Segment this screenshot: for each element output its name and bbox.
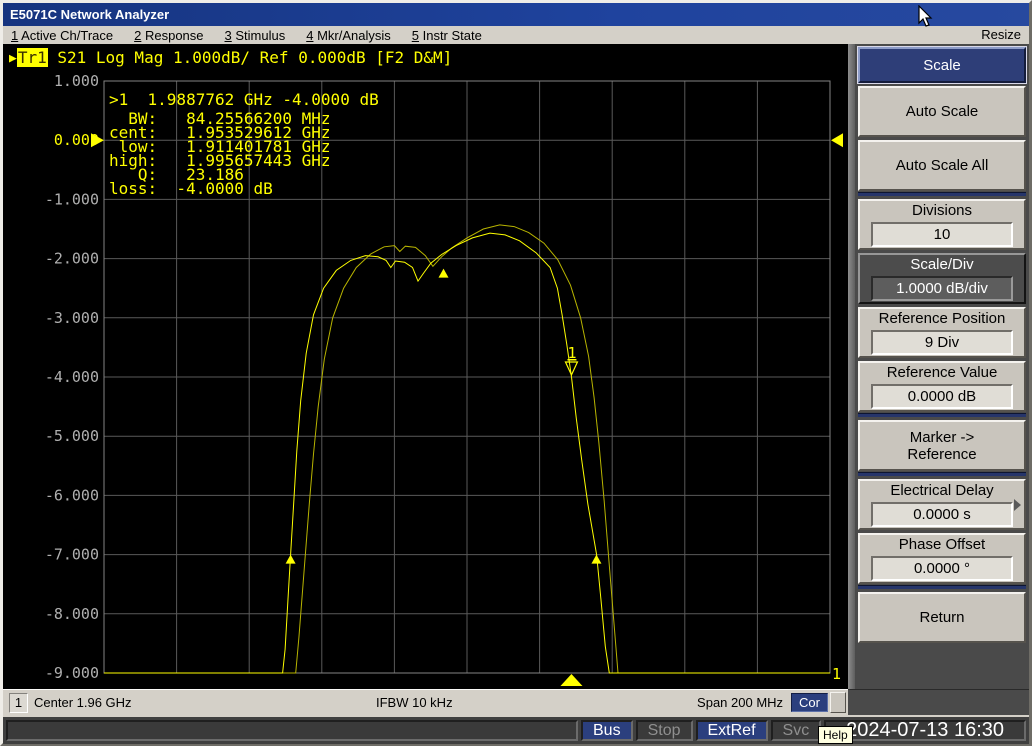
softkey-label: Auto Scale All xyxy=(895,157,989,174)
softkey-label: Reference Value xyxy=(886,364,998,381)
status-bar-end-box xyxy=(830,692,846,713)
mouse-cursor xyxy=(918,5,933,27)
menu-active-ch-trace[interactable]: 1 Active Ch/Trace xyxy=(11,28,113,43)
softkey-label: Return xyxy=(919,609,965,626)
softkey-separator xyxy=(858,472,1026,476)
y-axis-tick-label: -5.000 xyxy=(45,427,99,445)
window-title: E5071C Network Analyzer xyxy=(10,7,170,22)
softkey-label: Electrical Delay xyxy=(890,482,994,499)
softkey-label: Scale xyxy=(923,56,961,74)
softkey-auto-scale-all[interactable]: Auto Scale All xyxy=(858,140,1026,191)
center-frequency-readout: Center 1.96 GHz xyxy=(34,695,132,710)
softkey-value-reference-value[interactable]: 0.0000 dB xyxy=(871,384,1013,409)
softkey-scale-div[interactable]: Scale/Div 1.0000 dB/div xyxy=(858,253,1026,304)
ifbw-readout: IFBW 10 kHz xyxy=(376,695,453,710)
softkey-auto-scale[interactable]: Auto Scale xyxy=(858,86,1026,137)
channel-indicator: 1 xyxy=(9,692,28,713)
softkey-value-electrical-delay[interactable]: 0.0000 s xyxy=(871,502,1013,527)
bw-center-marker-icon xyxy=(438,268,449,278)
y-axis-tick-label: -3.000 xyxy=(45,309,99,327)
instrument-status-bar: Bus Stop ExtRef Svc 2024-07-13 16:30 xyxy=(3,715,1029,744)
bandwidth-readout: BW: 84.25566200 MHz cent: 1.953529612 GH… xyxy=(109,109,331,198)
softkey-reference-value[interactable]: Reference Value 0.0000 dB xyxy=(858,361,1026,412)
status-svc: Svc xyxy=(770,720,822,741)
softkey-label: Scale/Div xyxy=(910,256,974,273)
message-area xyxy=(6,720,578,741)
help-tooltip: Help xyxy=(818,726,853,744)
softkey-value-phase-offset[interactable]: 0.0000 ° xyxy=(871,556,1013,581)
status-stop: Stop xyxy=(635,720,693,741)
softkey-marker[interactable]: Marker -> Reference xyxy=(858,420,1026,471)
softkey-divisions[interactable]: Divisions 10 xyxy=(858,199,1026,250)
softkey-label-line2: Reference xyxy=(907,445,977,463)
marker1-readout: >1 1.9887762 GHz -4.0000 dB xyxy=(109,90,379,109)
menu-stimulus[interactable]: 3 Stimulus xyxy=(225,28,286,43)
submenu-arrow-icon xyxy=(1014,498,1021,511)
title-bar: E5071C Network Analyzer xyxy=(3,3,1029,26)
menu-instr-state[interactable]: 5 Instr State xyxy=(412,28,482,43)
y-axis-tick-label: 1.000 xyxy=(54,72,99,90)
main-area: 1.000 0.000 -1.000 -2.000 -3.000 -4.000 -5.000… xyxy=(3,44,1029,689)
y-axis-tick-label: -9.000 xyxy=(45,664,99,682)
active-trace-arrow-icon: ▶ xyxy=(9,51,17,66)
measurement-screen: 1.000 0.000 -1.000 -2.000 -3.000 -4.000 -5.000… xyxy=(3,44,848,689)
softkey-value-divisions[interactable]: 10 xyxy=(871,222,1013,247)
y-axis-tick-label: -4.000 xyxy=(45,368,99,386)
menu-bar: 1 Active Ch/Trace 2 Response 3 Stimulus 4 M… xyxy=(3,26,1029,44)
reference-level-arrow-right xyxy=(831,133,843,148)
resize-control[interactable]: Resize xyxy=(981,27,1021,42)
softkey-separator xyxy=(858,413,1026,417)
sidebar-lower-panel xyxy=(848,689,1029,715)
status-bar: 1 Center 1.96 GHz IFBW 10 kHz Span 200 M… xyxy=(3,689,848,715)
softkey-label: Divisions xyxy=(911,202,972,219)
lower-row: 1 Center 1.96 GHz IFBW 10 kHz Span 200 M… xyxy=(3,689,1029,715)
clock: 2024-07-13 16:30 xyxy=(824,719,1026,741)
softkey-phase-offset[interactable]: Phase Offset 0.0000 ° xyxy=(858,533,1026,584)
y-axis-tick-label: -1.000 xyxy=(45,190,99,208)
softkey-label: Auto Scale xyxy=(905,103,979,120)
analyzer-window: E5071C Network Analyzer 1 Active Ch/Trac… xyxy=(0,0,1032,746)
softkey-label: Phase Offset xyxy=(898,536,986,553)
status-bus: Bus xyxy=(581,720,633,741)
correction-status-badge: Cor xyxy=(791,693,828,712)
softkey-label: Marker -> xyxy=(909,428,975,446)
softkey-separator xyxy=(858,585,1026,589)
y-axis-tick-label: -8.000 xyxy=(45,605,99,623)
softkey-electrical-delay[interactable]: Electrical Delay 0.0000 s xyxy=(858,479,1026,530)
y-axis-tick-label: -6.000 xyxy=(45,486,99,504)
softkey-scrollbar[interactable] xyxy=(848,44,855,689)
trace-format-text: S21 Log Mag 1.000dB/ Ref 0.000dB [F2 D&M… xyxy=(47,48,453,67)
softkey-menu-title-scale: Scale xyxy=(858,47,1026,83)
softkey-value-reference-position[interactable]: 9 Div xyxy=(871,330,1013,355)
marker-1-stimulus-icon xyxy=(560,674,583,686)
marker-1-label: 1 xyxy=(567,344,576,362)
softkey-label: Reference Position xyxy=(878,310,1006,327)
y-axis-tick-label: -2.000 xyxy=(45,250,99,268)
menu-response[interactable]: 2 Response xyxy=(134,28,203,43)
softkey-return[interactable]: Return xyxy=(858,592,1026,643)
bw-low-marker-icon xyxy=(285,554,296,564)
status-extref: ExtRef xyxy=(695,720,768,741)
softkey-separator xyxy=(858,192,1026,196)
softkey-reference-position[interactable]: Reference Position 9 Div xyxy=(858,307,1026,358)
y-axis-tick-label: -7.000 xyxy=(45,546,99,564)
trace-name-badge[interactable]: Tr1 xyxy=(16,48,48,67)
span-readout: Span 200 MHz xyxy=(697,695,784,710)
marker-1-icon xyxy=(564,361,579,377)
menu-mkr-analysis[interactable]: 4 Mkr/Analysis xyxy=(306,28,391,43)
bw-high-marker-icon xyxy=(591,554,602,564)
trace-header: ▶Tr1 S21 Log Mag 1.000dB/ Ref 0.000dB [F… xyxy=(9,48,452,67)
softkey-sidebar: Scale Auto Scale Auto Scale All Divisions 10… xyxy=(848,44,1029,689)
channel-number-label: 1 xyxy=(832,665,841,683)
softkey-value-scale-div[interactable]: 1.0000 dB/div xyxy=(871,276,1013,301)
